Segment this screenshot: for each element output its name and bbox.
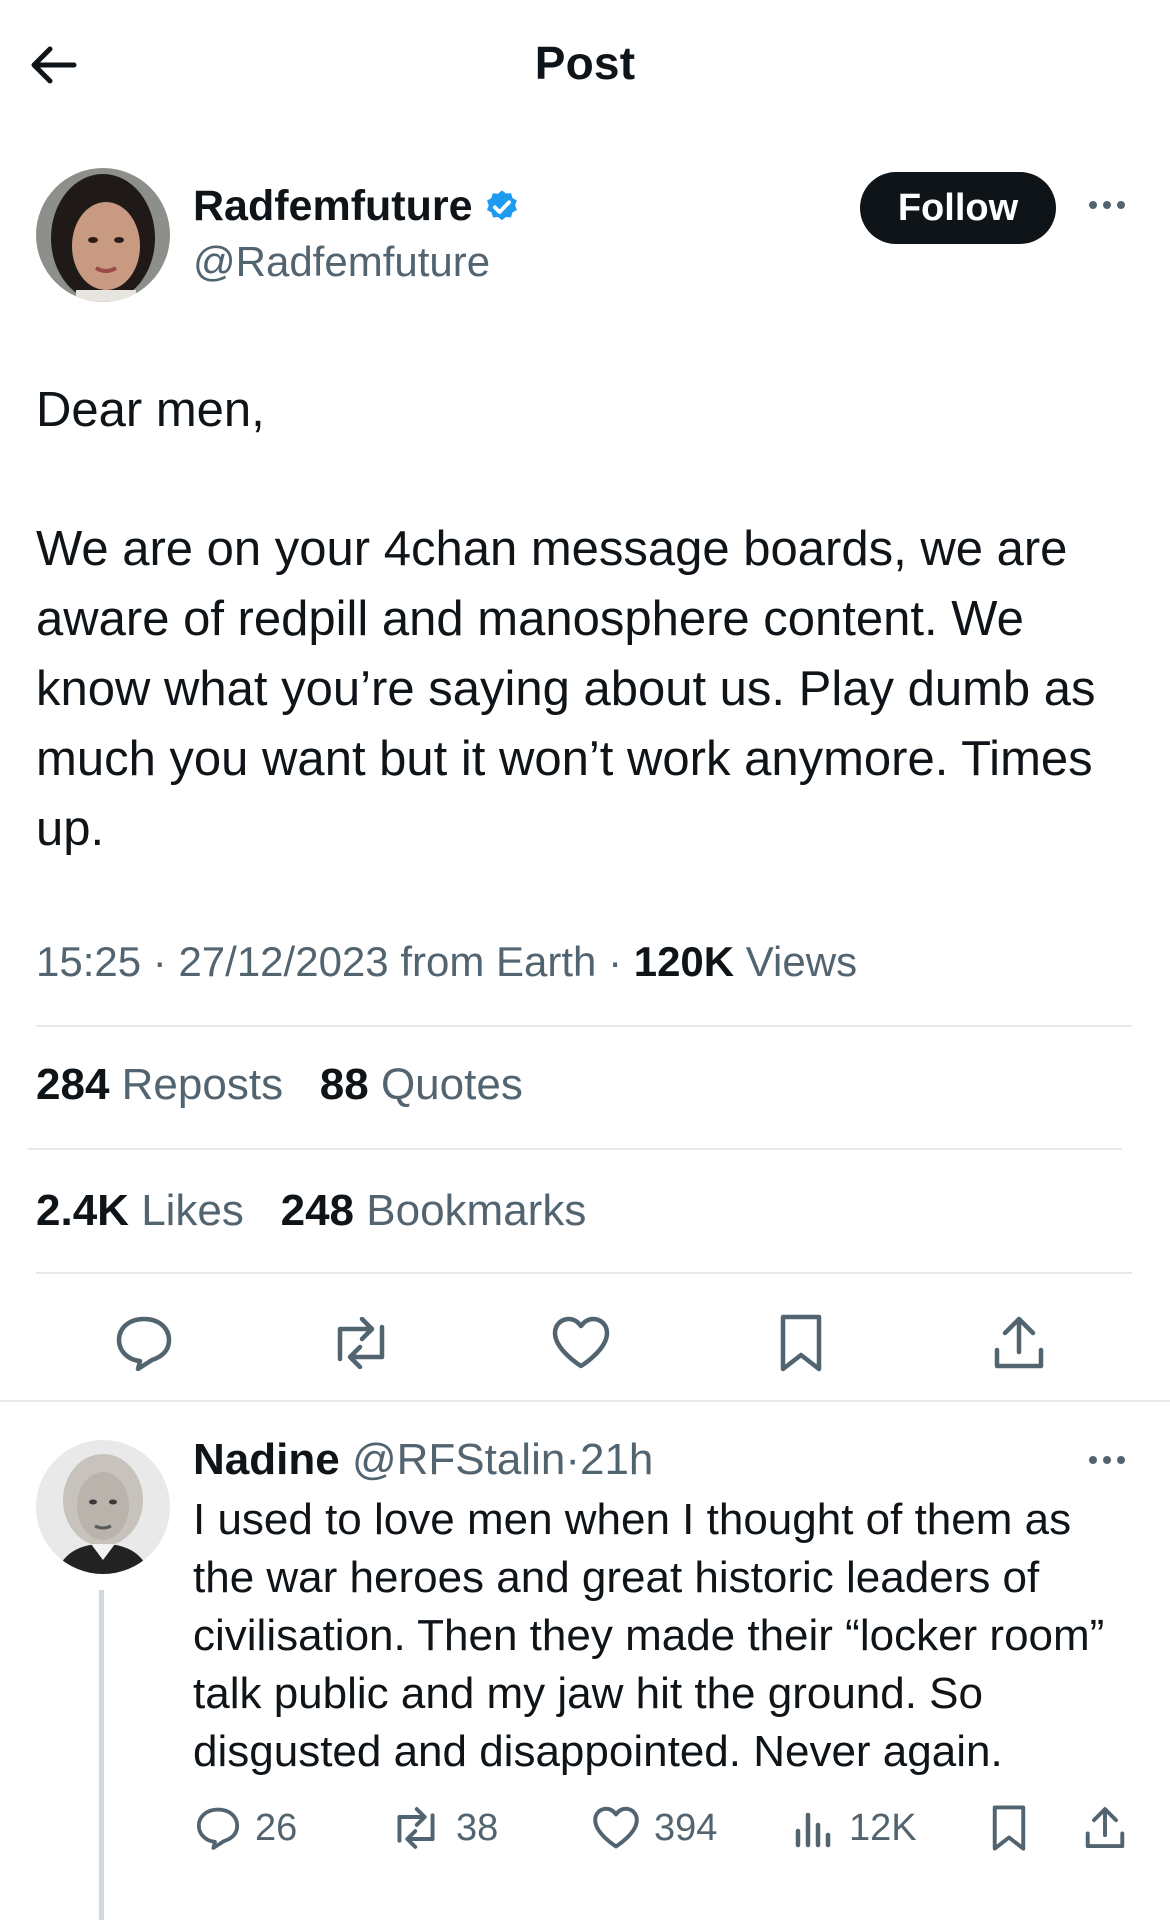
reply-icon bbox=[195, 1806, 241, 1850]
avatar[interactable] bbox=[36, 168, 170, 302]
author-handle[interactable]: @Radfemfuture bbox=[193, 238, 490, 286]
reply-text: I used to love men when I thought of the… bbox=[193, 1495, 1105, 1776]
divider bbox=[36, 1272, 1132, 1274]
likes-stat[interactable]: 2.4K Likes bbox=[36, 1186, 244, 1235]
reply-views-count: 12K bbox=[849, 1806, 917, 1849]
bookmark-button[interactable] bbox=[770, 1312, 832, 1374]
reply-bookmark-button[interactable] bbox=[990, 1800, 1028, 1856]
bookmarks-stat[interactable]: 248 Bookmarks bbox=[281, 1186, 587, 1235]
divider bbox=[0, 1400, 1170, 1402]
post-date[interactable]: 27/12/2023 bbox=[178, 938, 388, 985]
post-greeting: Dear men, bbox=[36, 383, 265, 437]
bookmark-icon bbox=[777, 1313, 825, 1373]
reply-like-button[interactable]: 394 bbox=[592, 1800, 717, 1856]
reply-avatar[interactable] bbox=[36, 1440, 170, 1574]
stats-row-1: 284 Reposts 88 Quotes bbox=[36, 1060, 523, 1110]
quotes-stat[interactable]: 88 Quotes bbox=[320, 1060, 523, 1109]
like-icon bbox=[551, 1316, 611, 1370]
reply-button[interactable] bbox=[113, 1312, 175, 1374]
post-text: We are on your 4chan message boards, we … bbox=[36, 522, 1096, 856]
reply-views-button[interactable]: 12K bbox=[793, 1800, 917, 1856]
reply-more-options-icon[interactable] bbox=[1083, 1445, 1131, 1475]
reply-separator: · bbox=[565, 1435, 580, 1484]
reply-time[interactable]: 21h bbox=[580, 1435, 653, 1484]
more-options-icon[interactable] bbox=[1083, 190, 1131, 220]
views-count: 120K bbox=[633, 938, 735, 985]
reply-header: Nadine @RFStalin·21h bbox=[193, 1435, 653, 1485]
divider bbox=[36, 1025, 1132, 1027]
reply-repost-button[interactable]: 38 bbox=[390, 1800, 498, 1856]
stats-row-2: 2.4K Likes 248 Bookmarks bbox=[36, 1186, 586, 1236]
repost-icon bbox=[390, 1807, 442, 1849]
post-meta: 15:25 · 27/12/2023 from Earth · 120K Vie… bbox=[36, 938, 858, 985]
follow-button[interactable]: Follow bbox=[860, 172, 1056, 244]
author-name[interactable]: Radfemfuture bbox=[193, 182, 473, 231]
post-source: from Earth bbox=[400, 938, 597, 985]
divider bbox=[28, 1148, 1122, 1150]
post-time[interactable]: 15:25 bbox=[36, 938, 141, 985]
share-button[interactable] bbox=[988, 1312, 1050, 1374]
page-title: Post bbox=[534, 37, 636, 89]
bookmark-icon bbox=[990, 1804, 1028, 1852]
reply-replies-count: 26 bbox=[255, 1806, 298, 1849]
reply-author-handle[interactable]: @RFStalin bbox=[352, 1435, 565, 1484]
author-name-row[interactable]: Radfemfuture bbox=[193, 182, 521, 231]
verified-badge-icon bbox=[483, 188, 521, 226]
share-icon bbox=[1083, 1805, 1127, 1851]
like-button[interactable] bbox=[550, 1312, 612, 1374]
reply-share-button[interactable] bbox=[1083, 1800, 1127, 1856]
share-icon bbox=[991, 1314, 1047, 1372]
views-label: Views bbox=[745, 938, 858, 985]
reposts-stat[interactable]: 284 Reposts bbox=[36, 1060, 283, 1109]
reply-likes-count: 394 bbox=[654, 1806, 718, 1849]
thread-line bbox=[99, 1590, 104, 1920]
reply-author-name[interactable]: Nadine bbox=[193, 1435, 340, 1484]
repost-icon bbox=[328, 1317, 394, 1369]
views-icon bbox=[793, 1807, 835, 1849]
like-icon bbox=[592, 1806, 640, 1850]
repost-button[interactable] bbox=[330, 1312, 392, 1374]
reply-reply-button[interactable]: 26 bbox=[195, 1800, 297, 1856]
reply-icon bbox=[114, 1315, 174, 1371]
reply-reposts-count: 38 bbox=[456, 1806, 499, 1849]
